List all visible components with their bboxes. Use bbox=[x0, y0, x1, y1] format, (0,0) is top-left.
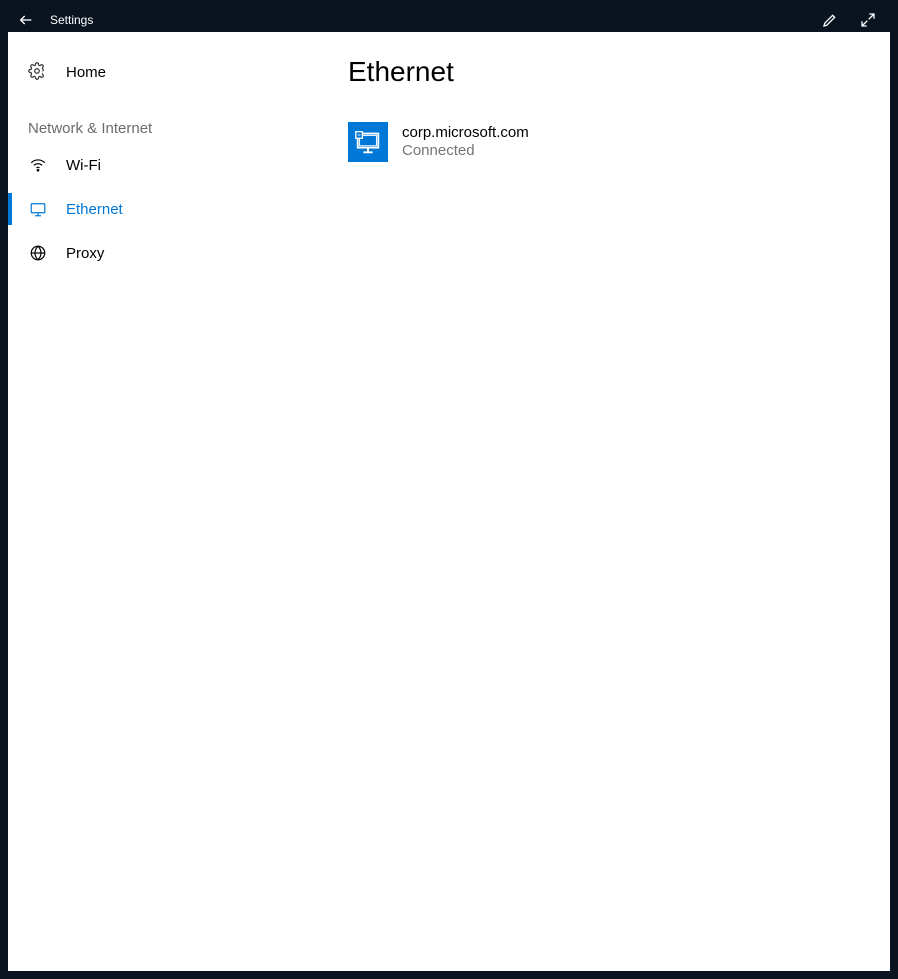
sidebar: Home Network & Internet Wi-Fi bbox=[8, 32, 348, 971]
sidebar-item-label: Wi-Fi bbox=[66, 157, 101, 174]
gear-icon bbox=[28, 62, 48, 82]
window-title: Settings bbox=[50, 13, 93, 27]
monitor-icon bbox=[348, 122, 388, 162]
connection-status: Connected bbox=[402, 142, 529, 160]
home-label: Home bbox=[66, 64, 106, 81]
sidebar-item-label: Ethernet bbox=[66, 201, 123, 218]
wifi-icon bbox=[28, 155, 48, 175]
sidebar-item-wifi[interactable]: Wi-Fi bbox=[8, 143, 348, 187]
page-title: Ethernet bbox=[348, 56, 870, 88]
back-button[interactable] bbox=[16, 10, 36, 30]
expand-icon[interactable] bbox=[858, 10, 878, 30]
connection-name: corp.microsoft.com bbox=[402, 124, 529, 142]
ethernet-icon bbox=[28, 199, 48, 219]
titlebar-right bbox=[820, 10, 882, 30]
edit-icon[interactable] bbox=[820, 10, 840, 30]
settings-window: Settings bbox=[0, 0, 898, 979]
ethernet-connection[interactable]: corp.microsoft.com Connected bbox=[348, 118, 870, 166]
globe-icon bbox=[28, 243, 48, 263]
section-label: Network & Internet bbox=[8, 92, 348, 143]
sidebar-item-proxy[interactable]: Proxy bbox=[8, 231, 348, 275]
titlebar-left: Settings bbox=[16, 10, 93, 30]
connection-text: corp.microsoft.com Connected bbox=[402, 124, 529, 160]
titlebar: Settings bbox=[8, 8, 890, 32]
main-panel: Ethernet corp.microsoft.com Connected bbox=[348, 32, 890, 971]
content-area: Home Network & Internet Wi-Fi bbox=[8, 32, 890, 971]
sidebar-item-ethernet[interactable]: Ethernet bbox=[8, 187, 348, 231]
home-button[interactable]: Home bbox=[8, 52, 348, 92]
sidebar-item-label: Proxy bbox=[66, 245, 104, 262]
